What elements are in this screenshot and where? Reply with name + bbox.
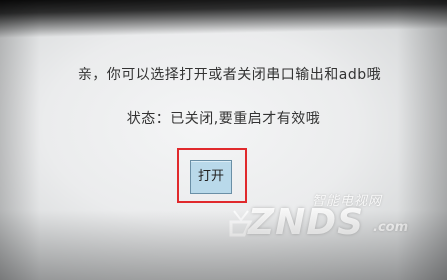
watermark-suffix: .com <box>373 220 409 235</box>
prompt-text: 亲，你可以选择打开或者关闭串口输出和adb哦 <box>77 67 382 83</box>
znds-watermark: 智能电视网 ZNDS .com <box>228 190 418 250</box>
open-button[interactable]: 打开 <box>190 160 232 194</box>
watermark-brand: ZNDS <box>248 202 365 243</box>
status-text: 状态：已关闭,要重启才有效哦 <box>126 111 321 127</box>
screen-top-bezel-shadow <box>0 0 447 38</box>
